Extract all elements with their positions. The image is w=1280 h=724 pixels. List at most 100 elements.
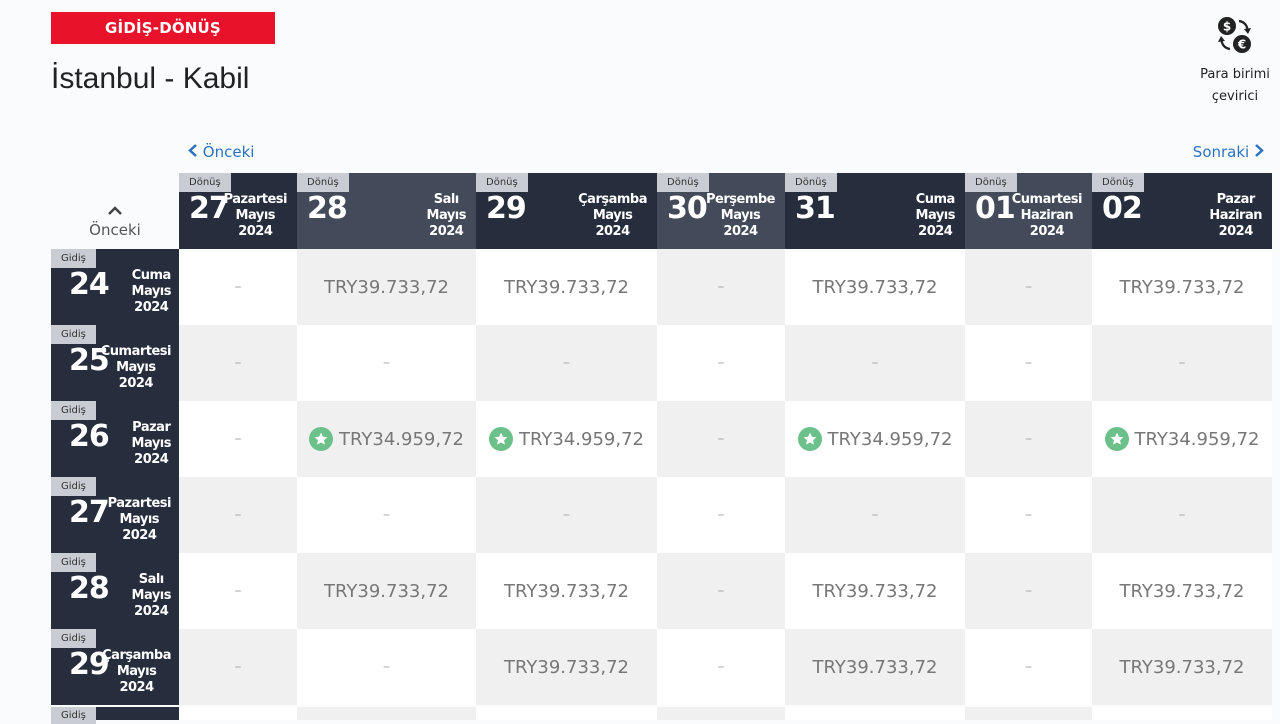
depart-badge: Gidiş bbox=[51, 249, 96, 268]
fare-cell[interactable]: TRY39.733,72 bbox=[297, 553, 476, 629]
return-year: 2024 bbox=[1029, 224, 1065, 239]
partial-fare-cell bbox=[179, 707, 297, 720]
empty-fare-cell: – bbox=[965, 629, 1092, 705]
return-year: 2024 bbox=[918, 224, 953, 239]
depart-month: Mayıs bbox=[131, 284, 172, 299]
prev-columns-link[interactable]: Önceki bbox=[188, 143, 254, 161]
svg-text:€: € bbox=[1237, 38, 1246, 52]
return-badge: Dönüş bbox=[657, 173, 709, 192]
depart-day: 27 bbox=[69, 495, 110, 530]
fare-cell[interactable]: TRY39.733,72 bbox=[476, 553, 657, 629]
return-day: 30 bbox=[667, 191, 708, 226]
depart-month: Mayıs bbox=[131, 436, 172, 451]
star-icon bbox=[489, 427, 514, 451]
empty-fare-cell: – bbox=[297, 629, 476, 705]
depart-month: Mayıs bbox=[131, 588, 172, 603]
return-day: 28 bbox=[307, 191, 348, 226]
best-fare-cell[interactable]: TRY34.959,72 bbox=[297, 401, 476, 477]
return-day: 01 bbox=[975, 191, 1016, 226]
empty-fare-cell: – bbox=[297, 477, 476, 553]
return-date-text: Perşembe Mayıs 2024 bbox=[706, 192, 775, 240]
depart-year: 2024 bbox=[119, 680, 154, 695]
chevron-left-icon bbox=[188, 143, 203, 161]
fare-price: TRY34.959,72 bbox=[339, 428, 464, 450]
empty-fare-cell: – bbox=[297, 325, 476, 401]
return-date-text: Pazar Haziran 2024 bbox=[1209, 192, 1262, 240]
empty-fare-cell: – bbox=[657, 553, 785, 629]
depart-weekday: Cuma bbox=[131, 268, 172, 283]
chevron-up-icon bbox=[108, 203, 122, 219]
prev-rows-button[interactable]: Önceki bbox=[51, 173, 179, 249]
depart-weekday: Pazartesi bbox=[107, 496, 172, 511]
depart-weekday: Cumartesi bbox=[100, 344, 172, 359]
best-fare-cell[interactable]: TRY34.959,72 bbox=[785, 401, 965, 477]
empty-fare-cell: – bbox=[965, 401, 1092, 477]
return-year: 2024 bbox=[723, 224, 758, 239]
return-year: 2024 bbox=[238, 224, 273, 239]
return-day: 31 bbox=[795, 191, 836, 226]
depart-date-text: Pazartesi Mayıs 2024 bbox=[107, 496, 172, 544]
fare-cell[interactable]: TRY39.733,72 bbox=[785, 249, 965, 325]
best-fare-cell[interactable]: TRY34.959,72 bbox=[1092, 401, 1272, 477]
return-day: 02 bbox=[1102, 191, 1143, 226]
depart-date-row-28: Gidiş 28 Salı Mayıs 2024 bbox=[51, 553, 179, 629]
depart-date-row-29: Gidiş 29 Çarşamba Mayıs 2024 bbox=[51, 629, 179, 705]
empty-fare-cell: – bbox=[965, 325, 1092, 401]
return-month: Mayıs bbox=[915, 208, 956, 223]
partial-fare-cell bbox=[297, 707, 476, 720]
empty-fare-cell: – bbox=[965, 477, 1092, 553]
return-badge: Dönüş bbox=[1092, 173, 1144, 192]
currency-converter-button[interactable]: $ € Para birimi çevirici bbox=[1195, 14, 1275, 108]
return-month: Haziran bbox=[1209, 208, 1262, 223]
return-weekday: Perşembe bbox=[706, 192, 775, 207]
chevron-right-icon bbox=[1254, 143, 1264, 161]
fare-cell[interactable]: TRY39.733,72 bbox=[476, 249, 657, 325]
return-month: Mayıs bbox=[720, 208, 761, 223]
return-weekday: Cuma bbox=[915, 192, 956, 207]
best-fare-cell[interactable]: TRY34.959,72 bbox=[476, 401, 657, 477]
next-columns-link[interactable]: Sonraki bbox=[1193, 143, 1264, 161]
fare-price: TRY34.959,72 bbox=[519, 428, 644, 450]
star-icon bbox=[1104, 427, 1129, 451]
return-badge: Dönüş bbox=[785, 173, 837, 192]
prev-rows-label: Önceki bbox=[89, 221, 141, 239]
depart-year: 2024 bbox=[122, 528, 157, 543]
return-year: 2024 bbox=[1218, 224, 1254, 239]
fare-cell[interactable]: TRY39.733,72 bbox=[1092, 629, 1272, 705]
return-date-col-01: Dönüş 01 Cumartesi Haziran 2024 bbox=[965, 173, 1092, 249]
fare-cell[interactable]: TRY39.733,72 bbox=[297, 249, 476, 325]
fare-cell[interactable]: TRY39.733,72 bbox=[1092, 553, 1272, 629]
row-header-partial: Gidiş bbox=[51, 707, 179, 724]
depart-weekday: Salı bbox=[138, 572, 165, 587]
depart-month: Mayıs bbox=[116, 360, 156, 375]
empty-fare-cell: – bbox=[657, 401, 785, 477]
empty-fare-cell: – bbox=[476, 325, 657, 401]
fare-cell[interactable]: TRY39.733,72 bbox=[785, 629, 965, 705]
return-date-col-29: Dönüş 29 Çarşamba Mayıs 2024 bbox=[476, 173, 657, 249]
currency-converter-label-1: Para birimi bbox=[1200, 67, 1270, 82]
return-date-col-02: Dönüş 02 Pazar Haziran 2024 bbox=[1092, 173, 1272, 249]
empty-fare-cell: – bbox=[965, 249, 1092, 325]
depart-year: 2024 bbox=[134, 604, 169, 619]
trip-type-label: GİDİŞ-DÖNÜŞ bbox=[51, 12, 275, 44]
return-date-col-27: Dönüş 27 Pazartesi Mayıs 2024 bbox=[179, 173, 297, 249]
depart-date-text: Cumartesi Mayıs 2024 bbox=[100, 344, 172, 392]
fare-cell[interactable]: TRY39.733,72 bbox=[1092, 249, 1272, 325]
depart-date-text: Salı Mayıs 2024 bbox=[131, 572, 172, 620]
empty-fare-cell: – bbox=[785, 477, 965, 553]
return-month: Mayıs bbox=[235, 208, 276, 223]
depart-date-text: Çarşamba Mayıs 2024 bbox=[102, 648, 171, 696]
empty-fare-cell: – bbox=[1092, 477, 1272, 553]
empty-fare-cell: – bbox=[1092, 325, 1272, 401]
depart-date-row-26: Gidiş 26 Pazar Mayıs 2024 bbox=[51, 401, 179, 477]
depart-badge: Gidiş bbox=[51, 553, 96, 572]
fare-cell[interactable]: TRY39.733,72 bbox=[785, 553, 965, 629]
return-date-col-30: Dönüş 30 Perşembe Mayıs 2024 bbox=[657, 173, 785, 249]
depart-day: 28 bbox=[69, 571, 110, 606]
partial-fare-cell bbox=[657, 707, 785, 720]
empty-fare-cell: – bbox=[657, 249, 785, 325]
return-date-text: Cuma Mayıs 2024 bbox=[915, 192, 956, 240]
fare-cell[interactable]: TRY39.733,72 bbox=[476, 629, 657, 705]
depart-badge: Gidiş bbox=[51, 477, 96, 496]
return-weekday: Cumartesi bbox=[1011, 192, 1083, 207]
